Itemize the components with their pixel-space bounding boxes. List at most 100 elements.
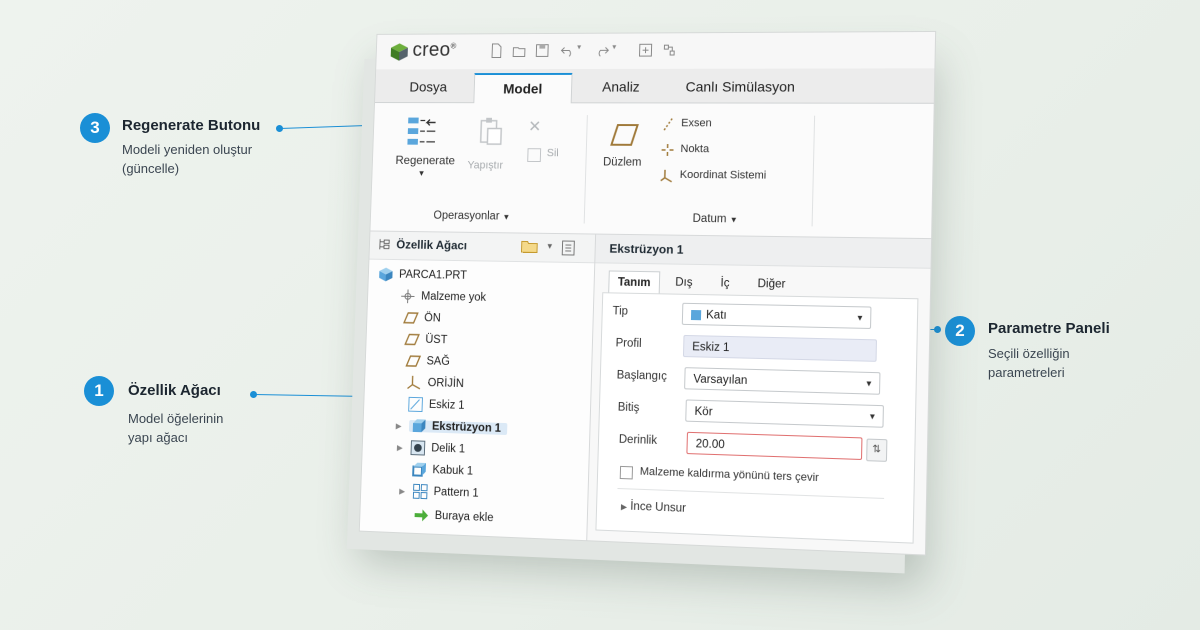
axis-icon — [661, 117, 675, 136]
tree-icon — [377, 237, 391, 256]
tree-item-sketch[interactable]: Eskiz 1 — [408, 394, 465, 415]
regenerate-icon — [405, 115, 438, 148]
tree-item-insert-here[interactable]: Buraya ekle — [413, 505, 494, 528]
group-separator — [811, 115, 816, 227]
start-select[interactable]: Varsayılan ▼ — [684, 367, 881, 395]
tab-model[interactable]: Model — [473, 72, 573, 105]
tree-item-label: Ekstrüzyon 1 — [431, 420, 502, 435]
undo-dropdown-icon[interactable]: ▾ — [577, 43, 593, 59]
tab-ic[interactable]: İç — [710, 272, 741, 295]
tree-item-label: ÜST — [425, 333, 448, 347]
insert-arrow-icon — [413, 507, 429, 523]
thin-feature-expander[interactable]: ▶ İnce Unsur — [621, 500, 686, 515]
tree-item-label: PARCA1.PRT — [398, 268, 468, 282]
sketch-icon — [408, 396, 424, 412]
paste-button[interactable]: Yapıştır — [463, 111, 519, 180]
tree-item-origin[interactable]: ORİJİN — [406, 373, 464, 394]
coordinate-system-label: Koordinat Sistemi — [679, 168, 767, 182]
tree-item-extrude[interactable]: Ekstrüzyon 1 — [408, 416, 507, 439]
paste-label: Yapıştır — [467, 159, 504, 172]
chevron-down-icon: ▼ — [855, 313, 865, 323]
ops-group-label[interactable]: Operasyonlar ▼ — [433, 210, 510, 223]
expand-icon[interactable]: ▶ — [397, 443, 403, 452]
flip-material-checkbox[interactable] — [619, 465, 634, 480]
tree-item-plane-right[interactable]: SAĞ — [405, 351, 450, 372]
tab-tanim[interactable]: Tanım — [608, 270, 661, 295]
datum-group-label[interactable]: Datum ▼ — [692, 213, 737, 226]
tree-item-label: ORİJİN — [427, 377, 465, 391]
type-label: Tip — [612, 305, 629, 318]
tree-item-plane-front[interactable]: ÖN — [403, 308, 441, 328]
save-icon[interactable] — [534, 43, 550, 59]
type-select[interactable]: Katı ▼ — [681, 302, 872, 329]
cut-icon[interactable]: ✕ — [528, 117, 542, 137]
ribbon-tabs: Dosya Model Analiz Canlı Simülasyon — [374, 68, 935, 105]
window-icon[interactable] — [661, 42, 677, 58]
undo-icon[interactable] — [559, 43, 575, 59]
coordinate-system-icon — [660, 169, 674, 188]
title-bar: creo® ▾ ▾ — [376, 31, 936, 70]
solid-icon — [690, 309, 702, 321]
tree-item-plane-top[interactable]: ÜST — [404, 330, 448, 351]
coordinate-system-icon — [407, 375, 423, 391]
parameter-panel: Ekstrüzyon 1 Tanım Dış İç Diğer Tip Katı… — [587, 234, 932, 555]
redo-icon[interactable] — [594, 42, 610, 58]
datum-plane-icon — [405, 353, 421, 369]
tree-item-pattern[interactable]: Pattern 1 — [412, 481, 479, 503]
material-icon — [400, 288, 416, 304]
tree-item-label: ÖN — [424, 312, 441, 325]
tree-item-part[interactable]: PARCA1.PRT — [378, 265, 467, 286]
start-label: Başlangıç — [616, 369, 668, 383]
expand-icon[interactable]: ▶ — [396, 422, 402, 431]
chevron-down-icon: ▼ — [868, 411, 877, 422]
profile-field[interactable]: Eskiz 1 — [682, 334, 878, 362]
tab-canli-simulasyon[interactable]: Canlı Simülasyon — [670, 73, 811, 103]
redo-dropdown-icon[interactable]: ▾ — [612, 42, 628, 58]
app-logo-text: creo® — [412, 39, 457, 61]
delete-label: Sil — [546, 147, 559, 160]
tree-item-label: Delik 1 — [431, 442, 466, 456]
tree-item-shell[interactable]: Kabuk 1 — [411, 460, 473, 482]
tree-item-hole[interactable]: Delik 1 — [410, 438, 465, 460]
creo-logo-icon — [390, 42, 409, 61]
feature-tree-header: Özellik Ağacı ▼ — [369, 231, 596, 264]
tree-item-material[interactable]: Malzeme yok — [400, 286, 486, 307]
folder-dropdown-icon[interactable]: ▼ — [546, 242, 554, 251]
flip-direction-icon[interactable]: ⇅ — [866, 438, 888, 462]
regenerate-small-icon[interactable] — [637, 42, 653, 58]
regenerate-dropdown-icon[interactable]: ▼ — [418, 169, 426, 178]
paste-icon — [478, 117, 504, 151]
group-separator — [583, 115, 588, 224]
tree-item-label: Malzeme yok — [420, 290, 487, 304]
tree-item-label: Eskiz 1 — [428, 398, 465, 412]
ribbon: Regenerate ▼ Yapıştır ✕ Sil Operasyonlar… — [370, 103, 934, 240]
extrude-icon — [411, 418, 427, 434]
tab-dis[interactable]: Dış — [664, 271, 705, 294]
profile-label: Profil — [615, 337, 642, 350]
folder-icon[interactable] — [520, 239, 538, 258]
new-file-icon[interactable] — [488, 43, 504, 59]
parameter-panel-header: Ekstrüzyon 1 — [595, 234, 932, 269]
open-file-icon[interactable] — [511, 43, 527, 59]
expand-icon[interactable]: ▶ — [399, 487, 405, 496]
plane-label: Düzlem — [602, 156, 642, 169]
pattern-icon — [412, 483, 428, 499]
shell-icon — [411, 461, 427, 477]
list-view-icon[interactable] — [561, 240, 575, 261]
tab-dosya[interactable]: Dosya — [388, 73, 468, 102]
end-select[interactable]: Kör ▼ — [685, 399, 884, 428]
copy-icon — [527, 148, 542, 163]
point-label: Nokta — [680, 143, 710, 156]
tree-item-label: Kabuk 1 — [432, 464, 474, 478]
plane-button[interactable]: Düzlem — [598, 117, 651, 186]
feature-title: Ekstrüzyon 1 — [609, 241, 684, 257]
depth-input[interactable]: 20.00 — [686, 431, 863, 461]
tab-diger[interactable]: Diğer — [746, 273, 797, 296]
delete-button[interactable]: Sil — [525, 146, 574, 166]
regenerate-button[interactable]: Regenerate ▼ — [389, 111, 458, 189]
tab-analiz[interactable]: Analiz — [579, 73, 662, 103]
tree-item-label: Pattern 1 — [433, 486, 479, 500]
point-icon — [660, 143, 674, 162]
feature-tree-panel: Özellik Ağacı ▼ PARCA1.PRT Malzeme yok Ö… — [359, 231, 597, 541]
parameter-form: Tip Katı ▼ Profil Eskiz 1 Başlangıç Vars… — [595, 292, 919, 544]
